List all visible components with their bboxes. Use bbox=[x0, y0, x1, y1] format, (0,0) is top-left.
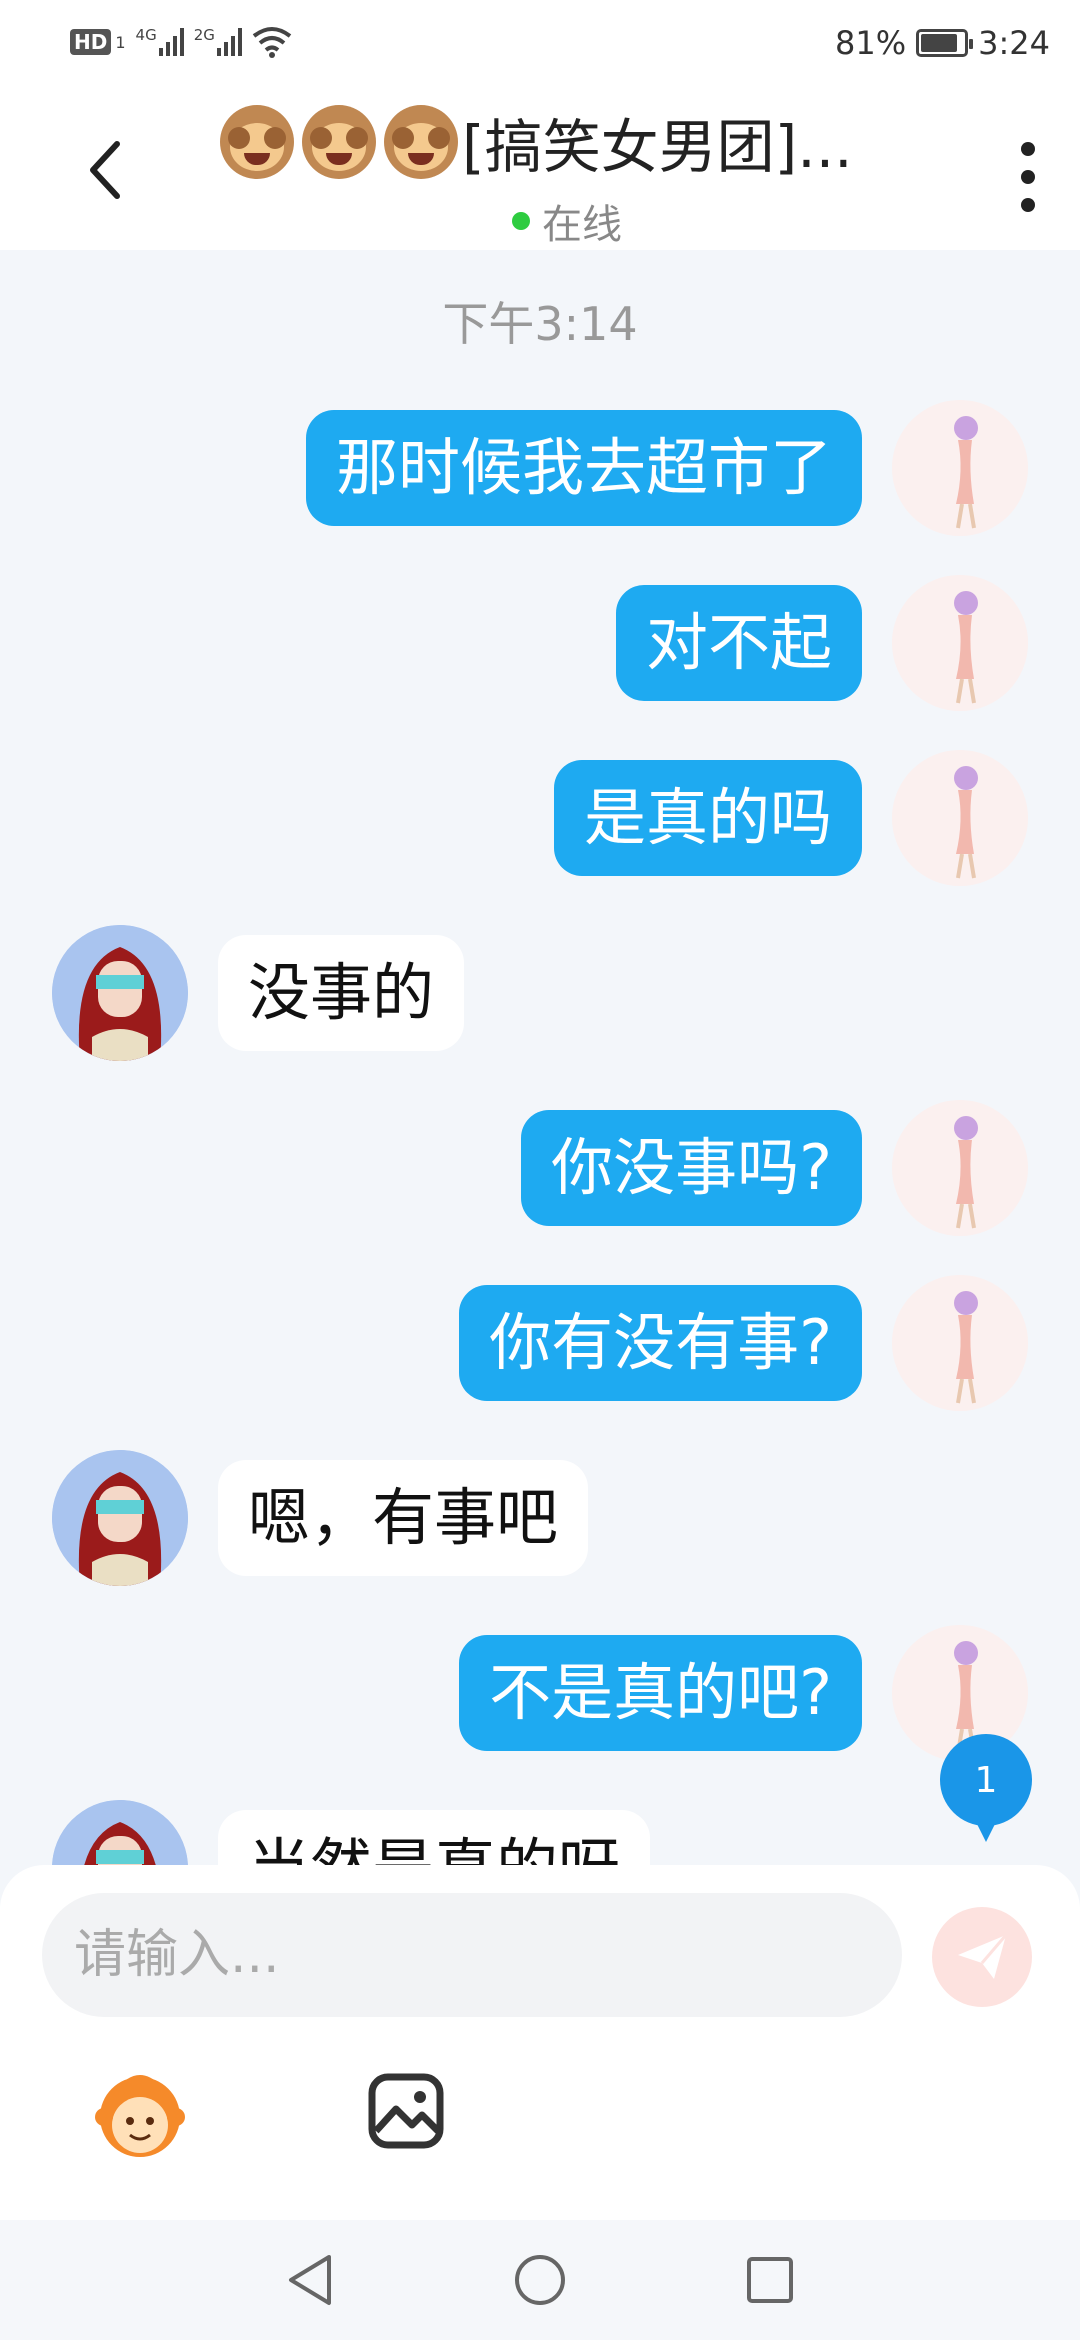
system-nav-bar bbox=[0, 2220, 1080, 2340]
battery-fill bbox=[921, 34, 957, 52]
monkey-emoji-icon bbox=[384, 105, 458, 179]
message-bubble[interactable]: 是真的吗 bbox=[553, 760, 862, 876]
message-bubble[interactable]: 没事的 bbox=[218, 935, 465, 1051]
message-row-incoming: 嗯，有事吧 bbox=[0, 1450, 1080, 1590]
more-dot bbox=[1021, 142, 1035, 156]
message-list[interactable]: 下午3:14 那时候我去超市了对不起是真的吗 没事的 你没事吗? 你有没有事? 嗯，有事… bbox=[0, 250, 1080, 1865]
wifi-icon bbox=[252, 27, 292, 58]
nav-recents-button[interactable] bbox=[740, 2250, 800, 2310]
message-bubble[interactable]: 嗯，有事吧 bbox=[218, 1460, 589, 1576]
my-avatar[interactable] bbox=[892, 1275, 1028, 1411]
message-bubble[interactable]: 你没事吗? bbox=[521, 1110, 862, 1226]
more-dot bbox=[1021, 170, 1035, 184]
my-avatar[interactable] bbox=[892, 1100, 1028, 1236]
status-bar: HD 1 4G 2G 81% 3:24 bbox=[0, 0, 1080, 90]
online-dot-icon bbox=[512, 212, 530, 230]
message-timestamp: 下午3:14 bbox=[442, 297, 638, 351]
message-bubble[interactable]: 不是真的吧? bbox=[459, 1635, 862, 1751]
monkey-emoji-icon bbox=[220, 105, 294, 179]
chat-title: [搞笑女男团]... bbox=[462, 113, 853, 181]
chat-header: [搞笑女男团]... 在线 bbox=[0, 90, 1080, 250]
message-bubble[interactable]: 当然是真的呀 bbox=[218, 1810, 651, 1865]
message-row-outgoing: 是真的吗 bbox=[0, 750, 1080, 890]
status-left: HD 1 4G 2G bbox=[70, 26, 292, 58]
status-time: 3:24 bbox=[978, 24, 1050, 62]
my-avatar[interactable] bbox=[892, 575, 1028, 711]
signal-bars-icon bbox=[216, 28, 242, 56]
battery-percent: 81% bbox=[835, 24, 907, 62]
image-icon bbox=[368, 2073, 444, 2149]
signal-2: 2G bbox=[193, 26, 242, 56]
contact-avatar[interactable] bbox=[52, 925, 188, 1061]
message-bubble[interactable]: 那时候我去超市了 bbox=[305, 410, 862, 526]
online-status-text: 在线 bbox=[542, 202, 622, 248]
contact-avatar[interactable] bbox=[52, 1450, 188, 1586]
chevron-left-icon bbox=[90, 141, 120, 199]
signal-bars-icon bbox=[158, 28, 184, 56]
more-button[interactable] bbox=[1008, 142, 1048, 212]
nav-home-button[interactable] bbox=[510, 2250, 570, 2310]
hd-badge: HD bbox=[70, 29, 112, 55]
message-row-outgoing: 你没事吗? bbox=[0, 1100, 1080, 1240]
more-dot bbox=[1021, 198, 1035, 212]
battery-icon bbox=[916, 29, 974, 57]
my-avatar[interactable] bbox=[892, 750, 1028, 886]
sim-number: 1 bbox=[115, 32, 126, 52]
message-input[interactable]: 请输入... bbox=[42, 1893, 902, 2017]
message-bubble[interactable]: 你有没有事? bbox=[459, 1285, 862, 1401]
input-placeholder: 请输入... bbox=[74, 1925, 280, 1985]
contact-avatar[interactable] bbox=[52, 1800, 188, 1865]
online-status: 在线 bbox=[512, 192, 622, 250]
title-emojis bbox=[220, 105, 458, 179]
monkey-emoji-icon bbox=[302, 105, 376, 179]
input-panel: 请输入... bbox=[0, 1865, 1080, 2220]
back-triangle-icon bbox=[289, 2255, 331, 2305]
recents-square-icon bbox=[747, 2257, 793, 2303]
chat-screen: HD 1 4G 2G 81% 3:24 [搞笑女男团]... 在线 下午3:14… bbox=[0, 0, 1080, 2340]
chat-title-group: [搞笑女男团]... bbox=[220, 102, 920, 182]
message-row-outgoing: 不是真的吧? bbox=[0, 1625, 1080, 1765]
home-circle-icon bbox=[515, 2255, 565, 2305]
image-button[interactable] bbox=[366, 2071, 446, 2151]
net-label-2: 2G bbox=[193, 26, 215, 44]
emoji-button[interactable] bbox=[90, 2065, 190, 2165]
unread-badge[interactable]: 1 bbox=[940, 1734, 1032, 1842]
message-bubble[interactable]: 对不起 bbox=[615, 585, 862, 701]
emoji-icon bbox=[95, 2075, 185, 2157]
status-right: 81% 3:24 bbox=[835, 24, 1050, 62]
message-row-outgoing: 那时候我去超市了 bbox=[0, 400, 1080, 540]
my-avatar[interactable] bbox=[892, 400, 1028, 536]
send-button[interactable] bbox=[932, 1907, 1032, 2007]
nav-back-button[interactable] bbox=[280, 2250, 340, 2310]
message-row-outgoing: 对不起 bbox=[0, 575, 1080, 715]
message-row-incoming: 当然是真的呀 bbox=[0, 1800, 1080, 1865]
back-button[interactable] bbox=[70, 130, 140, 210]
unread-count: 1 bbox=[974, 1759, 998, 1801]
message-row-incoming: 没事的 bbox=[0, 925, 1080, 1065]
net-label-1: 4G bbox=[135, 26, 157, 44]
message-row-outgoing: 你有没有事? bbox=[0, 1275, 1080, 1415]
signal-1: 4G bbox=[135, 26, 184, 56]
send-icon bbox=[958, 1934, 1008, 1979]
